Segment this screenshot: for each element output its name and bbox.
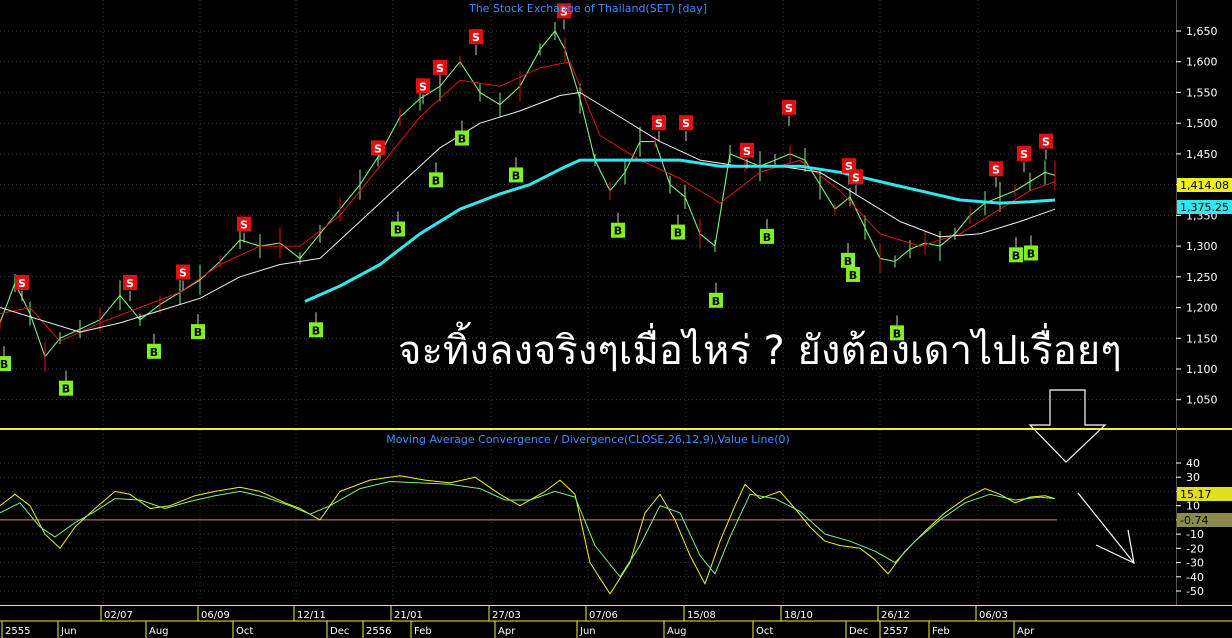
- sell-signal-label: S: [655, 117, 663, 130]
- buy-signal-label: B: [849, 269, 857, 282]
- buy-signal-label: B: [394, 223, 402, 236]
- sell-signal-label: S: [419, 80, 427, 93]
- y-tick-label: 1,650: [1186, 25, 1218, 38]
- x-month-label: 2555: [5, 626, 30, 637]
- x-month-label: Feb: [932, 626, 950, 637]
- x-month-label: 2557: [883, 626, 908, 637]
- x-date-label: 06/03: [979, 610, 1008, 621]
- sell-signal-label: S: [1020, 148, 1028, 161]
- buy-signal-label: B: [458, 133, 466, 146]
- sell-signal-label: S: [126, 277, 134, 290]
- sell-signal-label: S: [436, 62, 444, 75]
- sell-signal-label: S: [18, 277, 26, 290]
- x-month-label: Feb: [414, 626, 432, 637]
- sell-signal-label: S: [992, 163, 1000, 176]
- sell-signal-label: S: [179, 267, 187, 280]
- x-month-label: Jun: [579, 626, 596, 637]
- buy-signal-label: B: [614, 225, 622, 238]
- buy-signal-label: B: [512, 169, 520, 182]
- x-month-label: Aug: [667, 626, 687, 637]
- x-date-label: 02/07: [104, 610, 133, 621]
- y-tick-label: 1,300: [1186, 240, 1218, 253]
- x-month-label: Apr: [498, 626, 516, 637]
- buy-signal-label: B: [1012, 249, 1020, 262]
- y-tick-label: 10: [1186, 500, 1200, 513]
- sell-signal-label: S: [682, 117, 690, 130]
- x-date-label: 06/09: [201, 610, 230, 621]
- buy-signal-label: B: [62, 383, 70, 396]
- x-date-label: 12/11: [297, 610, 326, 621]
- ma-long-badge: 1,375.25: [1180, 201, 1229, 214]
- x-month-label: Jun: [60, 626, 77, 637]
- buy-signal-label: B: [432, 174, 440, 187]
- buy-signal-label: B: [844, 255, 852, 268]
- x-month-label: Apr: [1017, 626, 1035, 637]
- y-tick-label: -20: [1186, 542, 1204, 555]
- last-close-badge: 1,414.08: [1180, 179, 1229, 192]
- buy-signal-label: B: [312, 324, 320, 337]
- buy-signal-label: B: [194, 326, 202, 339]
- x-date-label: 18/10: [784, 610, 813, 621]
- y-tick-label: 1,200: [1186, 302, 1218, 315]
- y-tick-label: 1,550: [1186, 86, 1218, 99]
- y-tick-label: -50: [1186, 585, 1204, 598]
- buy-signal-label: B: [0, 358, 8, 371]
- sell-signal-label: S: [743, 145, 751, 158]
- y-tick-label: -30: [1186, 557, 1204, 570]
- y-tick-label: 1,450: [1186, 148, 1218, 161]
- x-month-label: Oct: [756, 626, 773, 637]
- sell-signal-label: S: [374, 142, 382, 155]
- y-tick-label: 1,150: [1186, 332, 1218, 345]
- sell-signal-label: S: [472, 31, 480, 44]
- x-date-label: 26/12: [881, 610, 910, 621]
- x-date-label: 15/08: [687, 610, 716, 621]
- buy-signal-label: B: [763, 231, 771, 244]
- macd-value-badge: 15.17: [1180, 488, 1212, 501]
- x-date-label: 27/03: [492, 610, 521, 621]
- y-tick-label: 30: [1186, 471, 1200, 484]
- y-tick-label: -10: [1186, 528, 1204, 541]
- sell-signal-label: S: [852, 171, 860, 184]
- x-date-label: 07/06: [589, 610, 618, 621]
- x-month-label: Dec: [330, 626, 349, 637]
- y-tick-label: 40: [1186, 457, 1200, 470]
- y-tick-label: 1,050: [1186, 394, 1218, 407]
- buy-signal-label: B: [674, 227, 682, 240]
- sell-signal-label: S: [785, 102, 793, 115]
- buy-signal-label: B: [150, 346, 158, 359]
- x-month-label: Aug: [149, 626, 169, 637]
- y-tick-label: 1,100: [1186, 363, 1218, 376]
- price-chart-title: The Stock Exchange of Thailand(SET) [day…: [468, 2, 707, 15]
- x-month-label: Dec: [849, 626, 868, 637]
- y-tick-label: 1,600: [1186, 56, 1218, 69]
- sell-signal-label: S: [1042, 136, 1050, 149]
- y-tick-label: 1,500: [1186, 117, 1218, 130]
- x-date-label: 21/01: [394, 610, 423, 621]
- buy-signal-label: B: [712, 295, 720, 308]
- x-month-label: 2556: [366, 626, 391, 637]
- sell-signal-label: S: [240, 219, 248, 232]
- thai-annotation: จะทิ้งลงจริงๆเมื่อไหร่ ? ยังต้องเดาไปเรื…: [398, 328, 1122, 374]
- macd-chart-title: Moving Average Convergence / Divergence(…: [386, 433, 790, 446]
- buy-signal-label: B: [1027, 247, 1035, 260]
- y-tick-label: 1,250: [1186, 271, 1218, 284]
- x-month-label: Oct: [236, 626, 253, 637]
- y-tick-label: -40: [1186, 571, 1204, 584]
- zero-value-badge: -0.74: [1180, 514, 1208, 527]
